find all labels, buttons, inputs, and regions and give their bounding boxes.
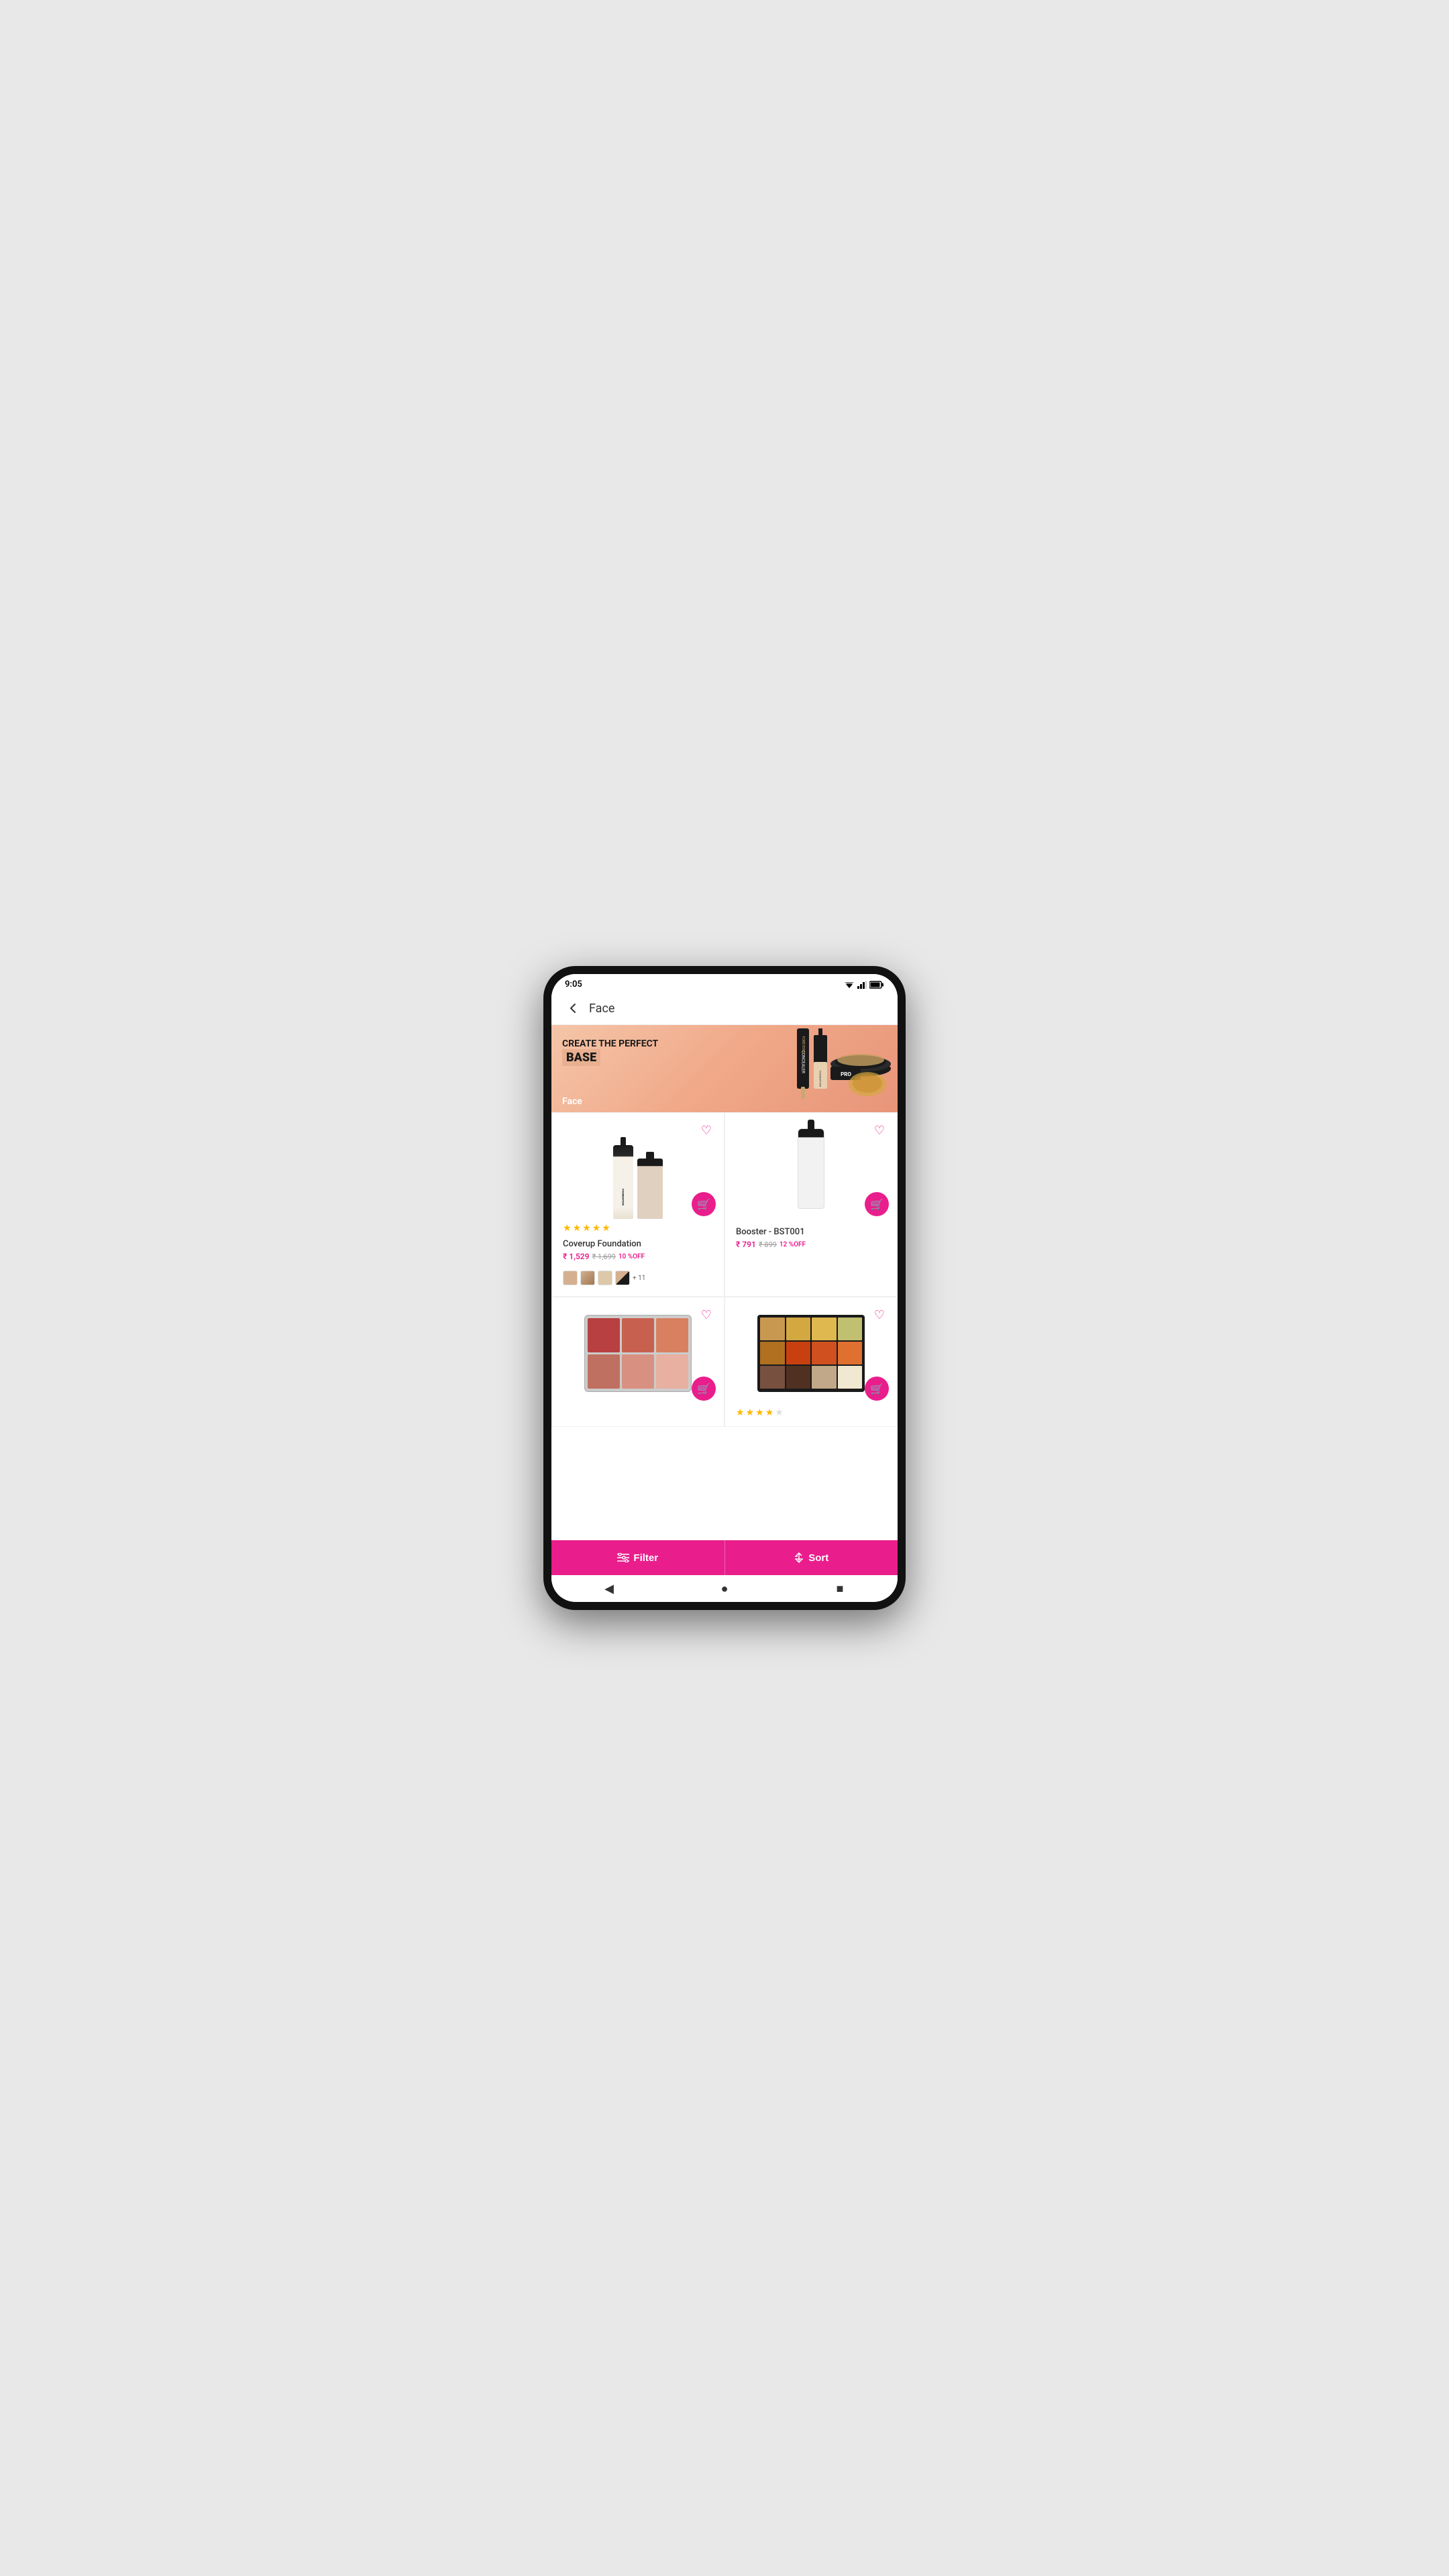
stars-row-p1: ★ ★ ★ ★ ★ <box>563 1223 718 1234</box>
cart-icon-p3: 🛒 <box>697 1383 710 1395</box>
page-title: Face <box>589 1002 614 1016</box>
sort-button[interactable]: Sort <box>725 1540 898 1575</box>
battery-icon <box>869 981 884 989</box>
nav-recent-button[interactable]: ■ <box>828 1576 852 1601</box>
svg-text:FOREVER52: FOREVER52 <box>801 1036 805 1055</box>
add-to-cart-button-p1[interactable]: 🛒 <box>692 1192 716 1216</box>
price-row-p2: ₹ 791 ₹ 899 12 %OFF <box>736 1240 886 1249</box>
swatch-4[interactable] <box>615 1271 630 1285</box>
color-swatches-p1: + 11 <box>557 1271 718 1285</box>
bottom-bar: Filter Sort <box>551 1540 898 1575</box>
booster-bottle <box>798 1128 824 1209</box>
star-p4-5: ★ <box>775 1407 784 1418</box>
price-row-p1: ₹ 1,529 ₹ 1,699 10 %OFF <box>563 1252 713 1261</box>
phone-screen: 9:05 <box>551 974 898 1602</box>
product-name-p2: Booster - BST001 <box>736 1227 886 1237</box>
banner-text-area: CREATE THE PERFECT BASE <box>562 1038 658 1066</box>
sort-icon <box>794 1552 804 1563</box>
header: Face <box>551 992 898 1025</box>
swatch-3[interactable] <box>598 1271 612 1285</box>
stars-row-p4: ★ ★ ★ ★ ★ <box>736 1407 892 1418</box>
swatch-more-p1: + 11 <box>633 1275 645 1282</box>
phone-frame: 9:05 <box>543 966 906 1610</box>
product-card-p2: ♡ 🛒 Booster - BST001 ₹ 791 ₹ 8 <box>724 1112 898 1297</box>
price-original-p2: ₹ 899 <box>759 1240 777 1249</box>
price-original-p1: ₹ 1,699 <box>592 1252 616 1261</box>
discount-badge-p1: 10 %OFF <box>619 1253 645 1260</box>
swatch-1[interactable] <box>563 1271 578 1285</box>
wishlist-button-p2[interactable]: ♡ <box>870 1121 889 1140</box>
wishlist-button-p4[interactable]: ♡ <box>870 1305 889 1324</box>
filter-icon <box>617 1553 629 1562</box>
star-p4-2: ★ <box>746 1407 755 1418</box>
star-p4-4: ★ <box>765 1407 774 1418</box>
wifi-icon <box>844 981 855 989</box>
star-3: ★ <box>582 1223 591 1234</box>
star-4: ★ <box>592 1223 601 1234</box>
discount-badge-p2: 12 %OFF <box>780 1241 806 1248</box>
wishlist-button-p1[interactable]: ♡ <box>697 1121 716 1140</box>
star-p4-3: ★ <box>755 1407 764 1418</box>
svg-text:PRO: PRO <box>841 1071 851 1077</box>
banner-products-svg: CONCEALER FOREVER52 FOUNDATION <box>757 1025 898 1112</box>
booster-illustration <box>798 1118 824 1219</box>
product-image-foundation: ♡ FOUNDATION 🛒 <box>557 1118 718 1219</box>
banner-create-text: CREATE THE PERFECT <box>562 1038 658 1049</box>
banner-base-text: BASE <box>562 1049 600 1066</box>
product-card: ♡ FOUNDATION 🛒 ★ <box>551 1112 724 1297</box>
back-button[interactable] <box>562 998 584 1019</box>
add-to-cart-button-p3[interactable]: 🛒 <box>692 1377 716 1401</box>
product-info-p1: Coverup Foundation ₹ 1,529 ₹ 1,699 10 %O… <box>557 1236 718 1267</box>
status-time: 9:05 <box>565 979 582 989</box>
star-5: ★ <box>602 1223 610 1234</box>
heart-icon: ♡ <box>701 1124 712 1138</box>
product-image-palette-pink: ♡ <box>557 1303 718 1403</box>
back-arrow-icon <box>566 1002 580 1015</box>
palette-pink-illustration <box>584 1303 692 1403</box>
product-card-p4: ♡ <box>724 1297 898 1427</box>
sort-label: Sort <box>808 1552 828 1564</box>
cart-icon: 🛒 <box>697 1198 710 1211</box>
star-1: ★ <box>563 1223 572 1234</box>
product-card-p3: ♡ <box>551 1297 724 1427</box>
foundation-illustration: FOUNDATION <box>613 1118 663 1219</box>
product-info-p2: Booster - BST001 ₹ 791 ₹ 899 12 %OFF <box>731 1224 892 1254</box>
filter-label: Filter <box>633 1552 658 1564</box>
status-icons <box>844 981 884 989</box>
nav-home-icon: ● <box>721 1582 729 1596</box>
heart-icon-p2: ♡ <box>874 1124 885 1138</box>
heart-icon-p4: ♡ <box>874 1308 885 1322</box>
svg-text:FOUNDATION: FOUNDATION <box>819 1071 822 1087</box>
product-image-booster: ♡ 🛒 <box>731 1118 892 1219</box>
foundation-bottle-tall: FOUNDATION <box>613 1145 633 1219</box>
filter-button[interactable]: Filter <box>551 1540 725 1575</box>
product-image-palette-warm: ♡ <box>731 1303 892 1403</box>
nav-bar: ◀ ● ■ <box>551 1575 898 1602</box>
swatch-2[interactable] <box>580 1271 595 1285</box>
products-grid: ♡ FOUNDATION 🛒 ★ <box>551 1112 898 1427</box>
status-bar: 9:05 <box>551 974 898 992</box>
star-p4-1: ★ <box>736 1407 745 1418</box>
price-current-p2: ₹ 791 <box>736 1240 756 1249</box>
cart-icon-p4: 🛒 <box>870 1383 883 1395</box>
nav-home-button[interactable]: ● <box>712 1576 737 1601</box>
wishlist-button-p3[interactable]: ♡ <box>697 1305 716 1324</box>
nav-back-button[interactable]: ◀ <box>597 1576 621 1601</box>
signal-icon <box>857 981 867 989</box>
star-2: ★ <box>573 1223 582 1234</box>
nav-back-icon: ◀ <box>604 1582 614 1596</box>
nav-recent-icon: ■ <box>837 1582 844 1596</box>
price-current-p1: ₹ 1,529 <box>563 1252 590 1261</box>
scroll-content[interactable]: CREATE THE PERFECT BASE Face CONCEALER F… <box>551 1025 898 1540</box>
banner-products: CONCEALER FOREVER52 FOUNDATION <box>757 1025 898 1112</box>
product-name-p1: Coverup Foundation <box>563 1239 713 1249</box>
foundation-bottle-short <box>637 1159 663 1219</box>
heart-icon-p3: ♡ <box>701 1308 712 1322</box>
add-to-cart-button-p2[interactable]: 🛒 <box>865 1192 889 1216</box>
palette-warm-illustration <box>757 1303 865 1403</box>
banner: CREATE THE PERFECT BASE Face CONCEALER F… <box>551 1025 898 1112</box>
cart-icon-p2: 🛒 <box>870 1198 883 1211</box>
banner-face-label: Face <box>562 1096 582 1107</box>
add-to-cart-button-p4[interactable]: 🛒 <box>865 1377 889 1401</box>
